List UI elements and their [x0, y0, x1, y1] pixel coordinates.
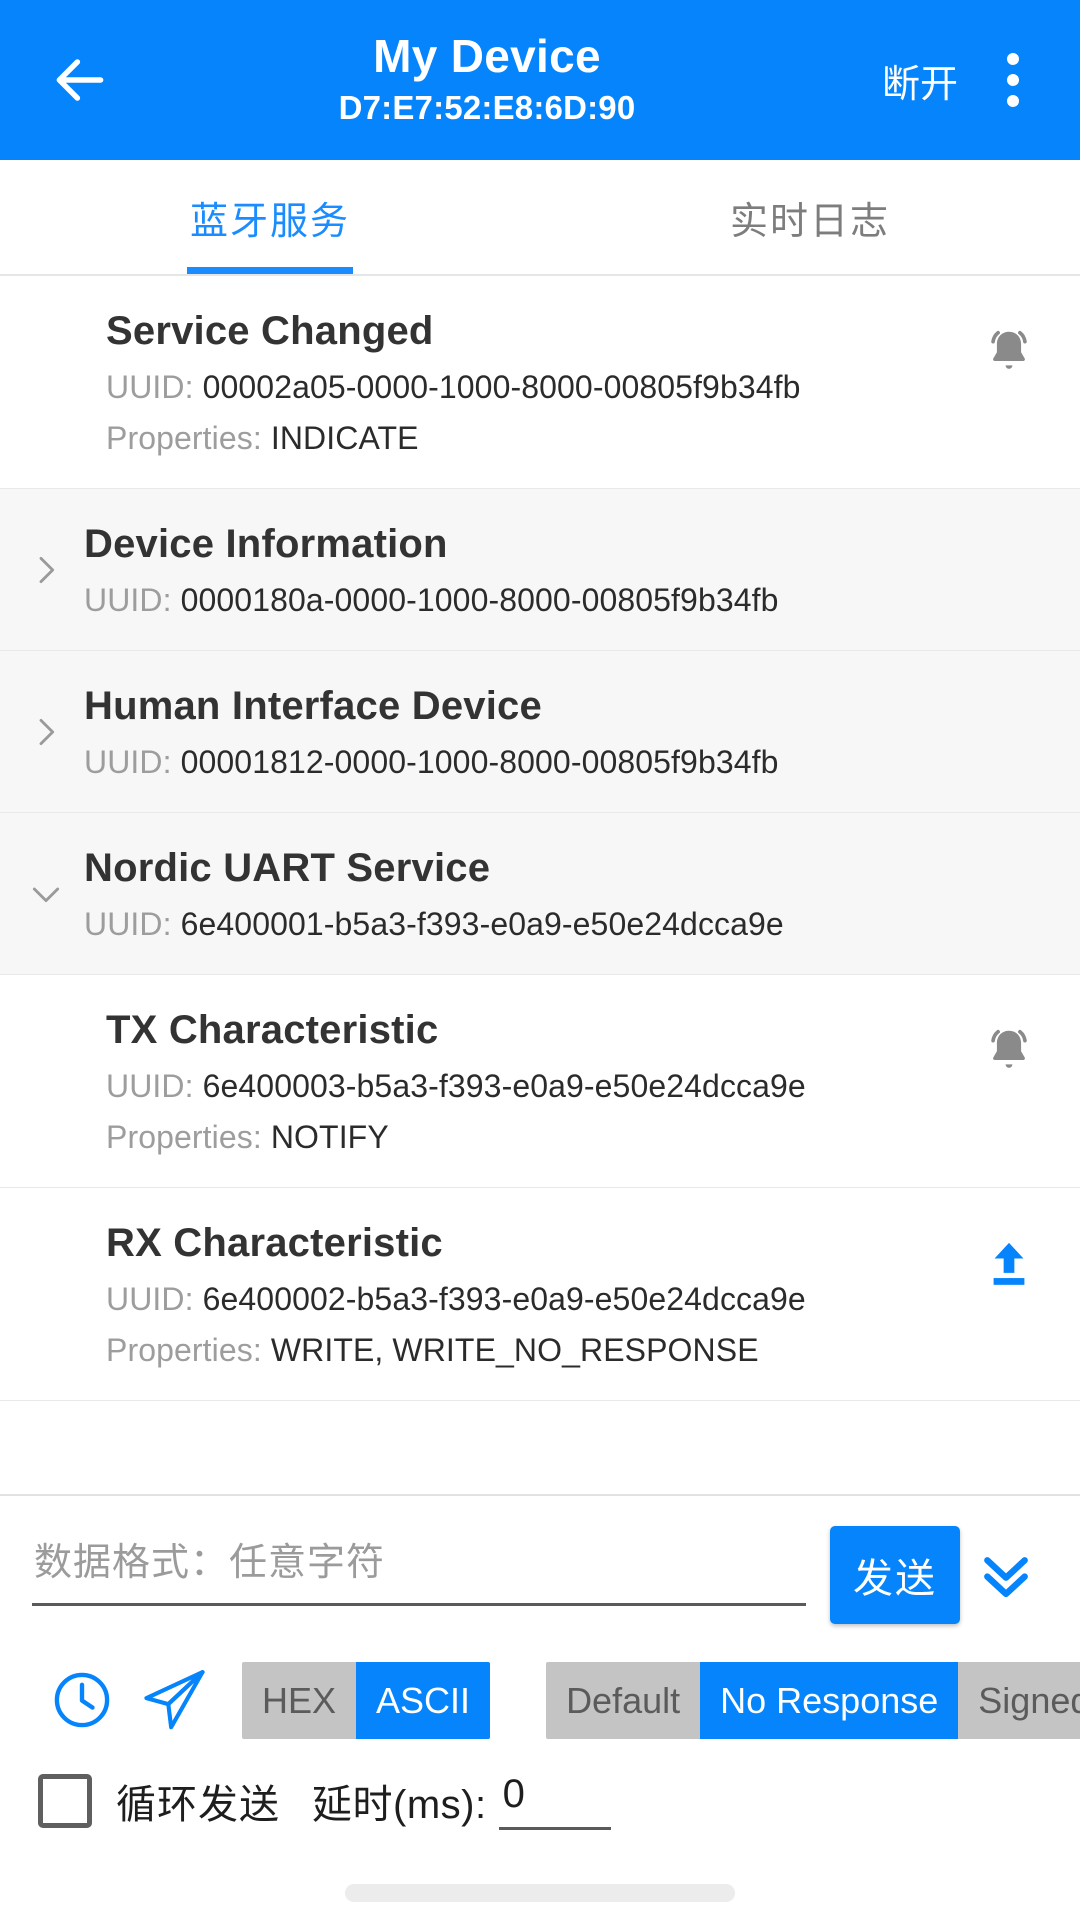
uuid-value: 6e400003-b5a3-f393-e0a9-e50e24dcca9e — [202, 1068, 806, 1104]
send-button[interactable]: 发送 — [830, 1526, 960, 1624]
dot — [1007, 53, 1019, 65]
tab-bar: 蓝牙服务 实时日志 — [0, 160, 1080, 276]
app-bar-titles: My Device D7:E7:52:E8:6D:90 — [110, 30, 864, 130]
delay-input[interactable] — [498, 1772, 611, 1830]
characteristic-properties: Properties: WRITE, WRITE_NO_RESPONSE — [106, 1330, 1044, 1370]
chevron-right-icon — [24, 548, 68, 592]
list-item-characteristic[interactable]: RX Characteristic UUID: 6e400002-b5a3-f3… — [0, 1188, 1080, 1401]
uuid-label: UUID: — [106, 1281, 194, 1317]
bell-ring-icon — [991, 1029, 1027, 1068]
page-title: My Device — [373, 30, 601, 83]
double-chevron-down-icon — [984, 1557, 1028, 1598]
uuid-value: 0000180a-0000-1000-8000-00805f9b34fb — [180, 582, 779, 618]
dot — [1007, 95, 1019, 107]
uuid-value: 6e400002-b5a3-f393-e0a9-e50e24dcca9e — [202, 1281, 806, 1317]
tools-row: HEX ASCII Default No Response Signed — [0, 1624, 1080, 1746]
write-button[interactable] — [978, 1234, 1040, 1296]
app-bar: My Device D7:E7:52:E8:6D:90 断开 — [0, 0, 1080, 160]
service-uuid: UUID: 6e400001-b5a3-f393-e0a9-e50e24dcca… — [84, 904, 1044, 944]
send-row: 发送 — [0, 1522, 1080, 1624]
service-title: Human Interface Device — [84, 684, 542, 728]
uuid-label: UUID: — [106, 1068, 194, 1104]
home-indicator[interactable] — [345, 1884, 735, 1902]
list-item-characteristic[interactable]: Service Changed UUID: 00002a05-0000-1000… — [0, 276, 1080, 489]
arrow-left-icon — [56, 59, 104, 101]
upload-icon — [993, 1242, 1025, 1285]
loop-send-checkbox[interactable] — [38, 1774, 92, 1828]
disconnect-button[interactable]: 断开 — [864, 53, 976, 108]
write-type-segmented-control: Default No Response Signed — [546, 1661, 1080, 1739]
notify-toggle-button[interactable] — [978, 1021, 1040, 1083]
properties-value: INDICATE — [270, 420, 419, 456]
characteristic-uuid: UUID: 6e400003-b5a3-f393-e0a9-e50e24dcca… — [106, 1066, 1044, 1106]
tab-realtime-log[interactable]: 实时日志 — [540, 160, 1080, 274]
characteristic-title: RX Characteristic — [106, 1221, 443, 1265]
format-option-ascii[interactable]: ASCII — [356, 1661, 491, 1739]
service-uuid: UUID: 00001812-0000-1000-8000-00805f9b34… — [84, 742, 1044, 782]
loop-send-label: 循环发送 — [116, 1783, 280, 1827]
options-row: 循环发送 延时(ms): — [0, 1746, 1080, 1830]
chevron-right-icon — [24, 710, 68, 754]
format-segmented-control: HEX ASCII — [242, 1661, 491, 1739]
uuid-value: 00001812-0000-1000-8000-00805f9b34fb — [180, 744, 779, 780]
characteristic-properties: Properties: INDICATE — [106, 418, 1044, 458]
properties-value: WRITE, WRITE_NO_RESPONSE — [270, 1332, 759, 1368]
uuid-label: UUID: — [106, 369, 194, 405]
dot — [1007, 74, 1019, 86]
properties-label: Properties: — [106, 1332, 262, 1368]
service-uuid: UUID: 0000180a-0000-1000-8000-00805f9b34… — [84, 580, 1044, 620]
characteristic-title: TX Characteristic — [106, 1008, 439, 1052]
characteristic-properties: Properties: NOTIFY — [106, 1117, 1044, 1157]
composer-panel: 发送 HEX ASCII Default No Re — [0, 1494, 1080, 1920]
quick-send-button[interactable] — [128, 1654, 220, 1746]
delay-label: 延时(ms): — [312, 1783, 487, 1827]
chevron-down-icon — [24, 872, 68, 916]
bell-ring-icon — [991, 330, 1027, 369]
properties-value: NOTIFY — [270, 1119, 389, 1155]
properties-label: Properties: — [106, 1119, 262, 1155]
properties-label: Properties: — [106, 420, 262, 456]
list-item-service[interactable]: Device Information UUID: 0000180a-0000-1… — [0, 489, 1080, 651]
list-item-service[interactable]: Human Interface Device UUID: 00001812-00… — [0, 651, 1080, 813]
format-option-hex[interactable]: HEX — [242, 1661, 357, 1739]
write-option-no-response[interactable]: No Response — [700, 1661, 959, 1739]
notify-toggle-button[interactable] — [978, 322, 1040, 384]
write-option-default[interactable]: Default — [546, 1661, 701, 1739]
write-option-signed[interactable]: Signed — [958, 1661, 1080, 1739]
uuid-label: UUID: — [84, 906, 172, 942]
uuid-value: 6e400001-b5a3-f393-e0a9-e50e24dcca9e — [180, 906, 784, 942]
characteristic-title: Service Changed — [106, 309, 434, 353]
data-input[interactable] — [32, 1522, 806, 1606]
more-vertical-icon[interactable] — [976, 30, 1050, 130]
list-item-service[interactable]: Nordic UART Service UUID: 6e400001-b5a3-… — [0, 813, 1080, 975]
characteristic-uuid: UUID: 00002a05-0000-1000-8000-00805f9b34… — [106, 367, 1044, 407]
paper-plane-icon — [144, 1670, 205, 1730]
service-title: Device Information — [84, 522, 448, 566]
device-address: D7:E7:52:E8:6D:90 — [338, 89, 636, 126]
history-button[interactable] — [36, 1654, 128, 1746]
uuid-value: 00002a05-0000-1000-8000-00805f9b34fb — [202, 369, 801, 405]
clock-icon — [54, 1672, 110, 1728]
system-navigation-bar — [0, 1866, 1080, 1920]
characteristic-uuid: UUID: 6e400002-b5a3-f393-e0a9-e50e24dcca… — [106, 1279, 1044, 1319]
service-title: Nordic UART Service — [84, 846, 491, 890]
tab-bluetooth-services[interactable]: 蓝牙服务 — [0, 160, 540, 274]
list-item-characteristic[interactable]: TX Characteristic UUID: 6e400003-b5a3-f3… — [0, 975, 1080, 1188]
gatt-list: Service Changed UUID: 00002a05-0000-1000… — [0, 276, 1080, 1401]
uuid-label: UUID: — [84, 582, 172, 618]
expand-panel-button[interactable] — [960, 1526, 1052, 1624]
uuid-label: UUID: — [84, 744, 172, 780]
